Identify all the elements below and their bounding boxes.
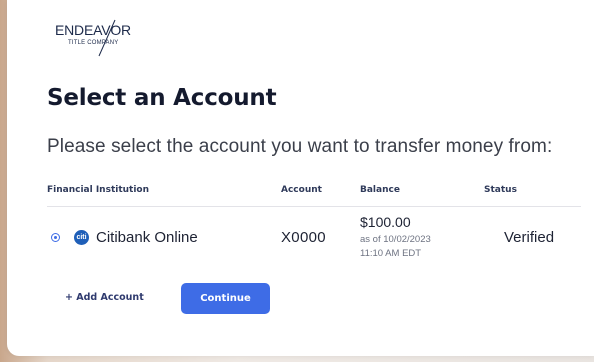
account-radio-button[interactable] [51, 233, 60, 242]
account-selection-card: ENDEAVOR TITLE COMPANY Select an Account… [7, 0, 594, 356]
column-header-account: Account [281, 185, 322, 195]
table-header-divider [47, 206, 581, 207]
balance-as-of-date: as of 10/02/2023 [360, 234, 431, 245]
citibank-icon: citi [74, 230, 89, 245]
account-status: Verified [504, 229, 555, 246]
column-header-institution: Financial Institution [47, 185, 150, 195]
balance-amount: $100.00 [360, 214, 411, 230]
logo-main-text: ENDEAVOR [55, 22, 131, 38]
column-header-status: Status [484, 185, 517, 195]
institution-name: Citibank Online [96, 229, 198, 246]
balance-timestamp: as of 10/02/2023 11:10 AM EDT [360, 233, 470, 261]
account-number: X0000 [281, 229, 326, 246]
logo-sub-text: TITLE COMPANY [68, 40, 119, 46]
add-account-link[interactable]: + Add Account [65, 292, 144, 303]
continue-button[interactable]: Continue [181, 283, 270, 314]
column-header-balance: Balance [360, 185, 400, 195]
balance-as-of-time: 11:10 AM EDT [360, 248, 422, 259]
page-subtitle: Please select the account you want to tr… [47, 136, 553, 157]
endeavor-logo: ENDEAVOR TITLE COMPANY [55, 18, 165, 58]
page-title: Select an Account [47, 85, 277, 111]
